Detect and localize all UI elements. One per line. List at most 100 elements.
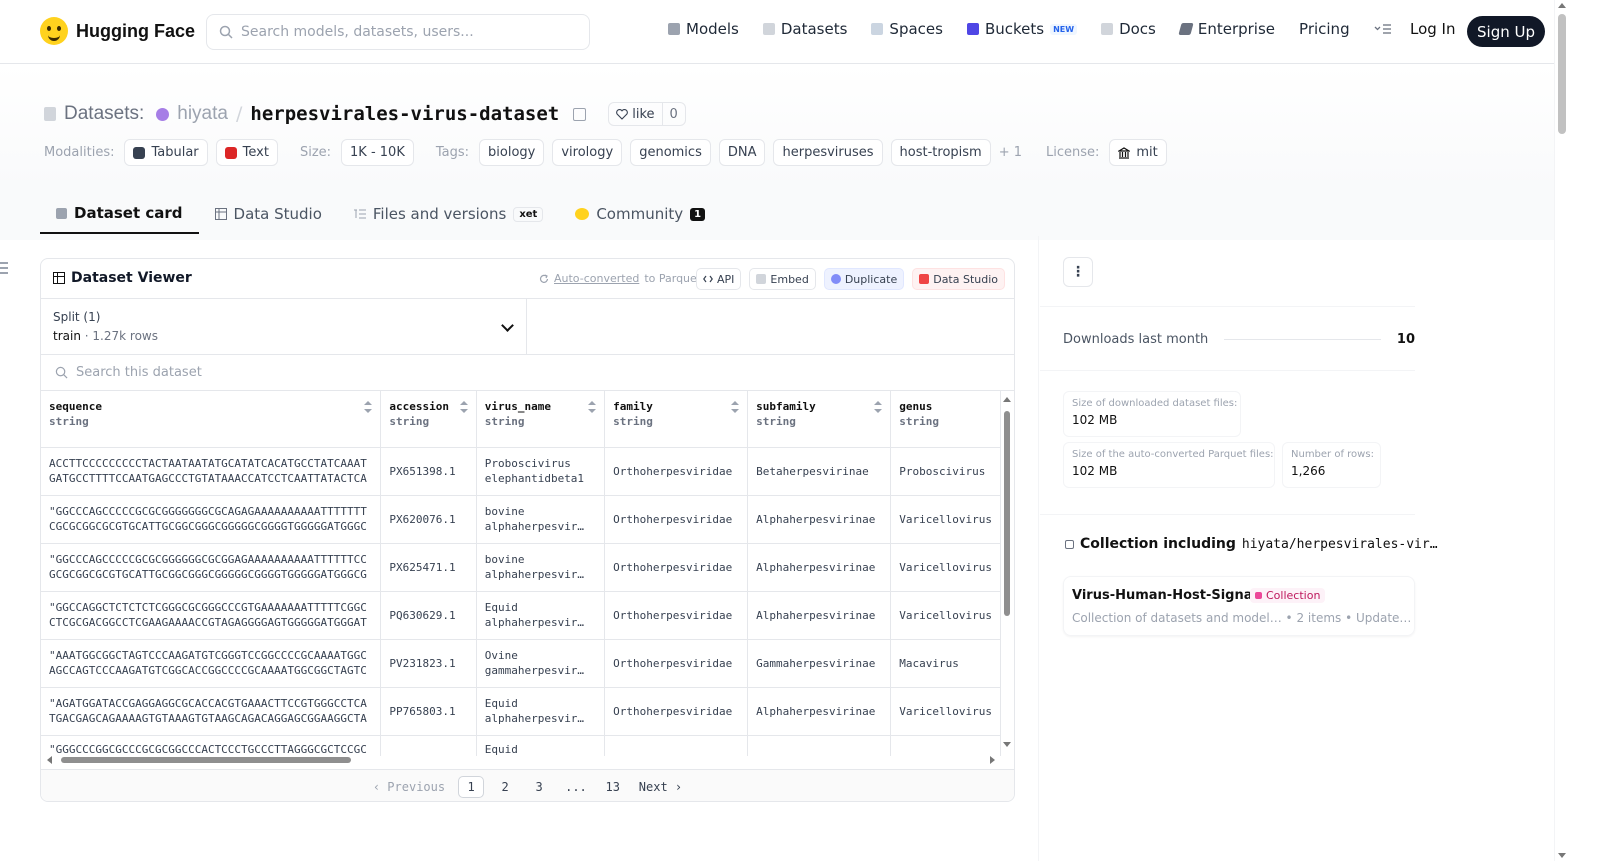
scroll-thumb[interactable] xyxy=(1558,14,1566,134)
signup-button[interactable]: Sign Up xyxy=(1467,16,1545,47)
cell-accession[interactable]: PQ630629.1 xyxy=(380,591,477,640)
tag-dna[interactable]: DNA xyxy=(718,139,766,166)
cell-virus-name[interactable]: bovine alphaherpesvir… xyxy=(476,543,606,592)
page-button[interactable]: 13 xyxy=(600,776,626,798)
tab-community[interactable]: Community 1 xyxy=(559,194,721,234)
tag-size[interactable]: 1K - 10K xyxy=(341,139,414,166)
repo-name[interactable]: herpesvirales-virus-dataset xyxy=(250,103,559,125)
cell-virus-name[interactable]: Equid alphaherpesvir… xyxy=(476,591,606,640)
like-button[interactable]: like 0 xyxy=(608,102,686,126)
tag-genomics[interactable]: genomics xyxy=(630,139,711,166)
tab-data-studio[interactable]: Data Studio xyxy=(199,194,338,234)
cell-family[interactable]: Orthoherpesviridae xyxy=(604,639,749,688)
cell-genus[interactable]: Varicellovirus xyxy=(890,495,1001,544)
owner-link[interactable]: hiyata xyxy=(177,103,228,125)
cell-family[interactable]: Orthoherpesviridae xyxy=(604,591,749,640)
nav-models[interactable]: Models xyxy=(668,20,739,38)
cell-virus-name[interactable]: bovine alphaherpesvir… xyxy=(476,495,606,544)
sort-icon[interactable] xyxy=(364,401,373,413)
data-studio-button[interactable]: Data Studio xyxy=(912,268,1006,290)
embed-button[interactable]: Embed xyxy=(749,268,816,290)
column-header-genus[interactable]: genus string xyxy=(890,391,1001,448)
previous-page-button[interactable]: ‹ Previous xyxy=(368,776,450,798)
table-row[interactable]: "AGATGGATACCGAGGAGGCGCACCACGTGAAACTTCCGT… xyxy=(41,687,1001,736)
tab-files[interactable]: Files and versions xet xyxy=(338,194,559,234)
toc-toggle-icon[interactable] xyxy=(0,262,8,274)
sort-icon[interactable] xyxy=(731,401,740,413)
column-header-sequence[interactable]: sequence string xyxy=(41,391,382,448)
cell-genus[interactable]: Varicellovirus xyxy=(890,591,1001,640)
cell-accession[interactable]: PX651398.1 xyxy=(380,447,477,496)
duplicate-button[interactable]: Duplicate xyxy=(823,268,905,290)
table-row[interactable]: "GGGCCCGGCGCCCGCGCGGCCCACTCCCTGCCCTTAGGG… xyxy=(41,735,1001,756)
cell-genus[interactable]: Proboscivirus xyxy=(890,447,1001,496)
column-header-accession[interactable]: accession string xyxy=(380,391,477,448)
cell-sequence[interactable]: "GGGCCCGGCGCCCGCGCGGCCCACTCCCTGCCCTTAGGG… xyxy=(41,735,382,756)
collection-card[interactable]: Virus-Human-Host-Signals Collection Coll… xyxy=(1063,576,1415,636)
nav-docs[interactable]: Docs xyxy=(1101,20,1156,38)
cell-sequence[interactable]: "GGCCCAGCCCCCGCGCGGGGGGCGCGGAGAAAAAAAAAA… xyxy=(41,543,382,592)
scroll-left-icon[interactable] xyxy=(47,756,52,764)
scroll-up-icon[interactable] xyxy=(1003,397,1011,402)
next-page-button[interactable]: Next › xyxy=(634,776,687,798)
scroll-down-icon[interactable] xyxy=(1003,742,1011,747)
datasets-label[interactable]: Datasets: xyxy=(64,103,144,125)
cell-subfamily[interactable]: Alphaherpesvirinae xyxy=(747,543,892,592)
sort-icon[interactable] xyxy=(874,401,883,413)
cell-accession[interactable] xyxy=(380,735,477,756)
cell-genus[interactable] xyxy=(890,735,1001,756)
cell-virus-name[interactable]: Equid alphaherpesvir… xyxy=(476,687,606,736)
cell-accession[interactable]: PV231823.1 xyxy=(380,639,477,688)
cell-genus[interactable]: Varicellovirus xyxy=(890,687,1001,736)
tag-herpesviruses[interactable]: herpesviruses xyxy=(773,139,883,166)
tag-biology[interactable]: biology xyxy=(479,139,545,166)
cell-virus-name[interactable]: Equid xyxy=(476,735,606,756)
scroll-down-icon[interactable] xyxy=(1558,853,1566,858)
cell-sequence[interactable]: ACCTTCCCCCCCCCTACTAATAATATGCATATCACATGCC… xyxy=(41,447,382,496)
table-row[interactable]: "GGCCAGGCTCTCTCTCGGGCGCGGGCCCGTGAAAAAAAT… xyxy=(41,591,1001,640)
cell-genus[interactable]: Macavirus xyxy=(890,639,1001,688)
copy-icon[interactable] xyxy=(573,107,587,121)
cell-virus-name[interactable]: Proboscivirus elephantidbeta1 xyxy=(476,447,606,496)
tags-more[interactable]: + 1 xyxy=(999,145,1022,160)
scroll-thumb[interactable] xyxy=(1004,411,1010,616)
cell-sequence[interactable]: "AAATGGCGGCTAGTCCCAAGATGTCGGGTCCGGCCCCGC… xyxy=(41,639,382,688)
table-row[interactable]: ACCTTCCCCCCCCCTACTAATAATATGCATATCACATGCC… xyxy=(41,447,1001,496)
cell-sequence[interactable]: "GGCCAGGCTCTCTCTCGGGCGCGGGCCCGTGAAAAAAAT… xyxy=(41,591,382,640)
nav-spaces[interactable]: Spaces xyxy=(871,20,943,38)
tag-license[interactable]: mit xyxy=(1109,139,1167,166)
dataset-search[interactable] xyxy=(41,355,1014,391)
nav-buckets[interactable]: Buckets NEW xyxy=(966,20,1078,38)
cell-sequence[interactable]: "AGATGGATACCGAGGAGGCGCACCACGTGAAACTTCCGT… xyxy=(41,687,382,736)
cell-subfamily[interactable]: Alphaherpesvirinae xyxy=(747,591,892,640)
cell-family[interactable] xyxy=(604,735,749,756)
brand-logo[interactable]: Hugging Face xyxy=(40,17,195,45)
page-button[interactable]: 2 xyxy=(492,776,518,798)
auto-converted-link[interactable]: Auto-converted xyxy=(554,272,639,285)
page-button[interactable]: 3 xyxy=(526,776,552,798)
tag-host-tropism[interactable]: host-tropism xyxy=(890,139,991,166)
table-row[interactable]: "GGCCCAGCCCCCGCGCGGGGGGCGCGGAGAAAAAAAAAA… xyxy=(41,543,1001,592)
scroll-thumb[interactable] xyxy=(61,757,351,763)
tag-tabular[interactable]: Tabular xyxy=(124,139,208,166)
table-row[interactable]: "AAATGGCGGCTAGTCCCAAGATGTCGGGTCCGGCCCCGC… xyxy=(41,639,1001,688)
page-scrollbar[interactable] xyxy=(1554,0,1568,861)
nav-enterprise[interactable]: Enterprise xyxy=(1178,20,1275,38)
nav-datasets[interactable]: Datasets xyxy=(762,20,847,38)
cell-subfamily[interactable]: Alphaherpesvirinae xyxy=(747,495,892,544)
table-vertical-scrollbar[interactable] xyxy=(1003,397,1011,747)
cell-virus-name[interactable]: Ovine gammaherpesvir… xyxy=(476,639,606,688)
cell-accession[interactable]: PP765803.1 xyxy=(380,687,477,736)
more-options-button[interactable]: ⋮ xyxy=(1063,257,1093,287)
cell-family[interactable]: Orthoherpesviridae xyxy=(604,495,749,544)
cell-subfamily[interactable]: Betaherpesvirinae xyxy=(747,447,892,496)
cell-subfamily[interactable]: Alphaherpesvirinae xyxy=(747,687,892,736)
sort-icon[interactable] xyxy=(588,401,597,413)
page-button[interactable]: 1 xyxy=(458,775,485,798)
column-header-subfamily[interactable]: subfamily string xyxy=(747,391,892,448)
nav-more-menu[interactable] xyxy=(1374,23,1392,35)
cell-family[interactable]: Orthoherpesviridae xyxy=(604,687,749,736)
scroll-up-icon[interactable] xyxy=(1558,3,1566,8)
table-row[interactable]: "GGCCCAGCCCCCGCGCGGGGGGGCGCAGAGAAAAAAAAA… xyxy=(41,495,1001,544)
global-search-input[interactable] xyxy=(241,24,571,40)
